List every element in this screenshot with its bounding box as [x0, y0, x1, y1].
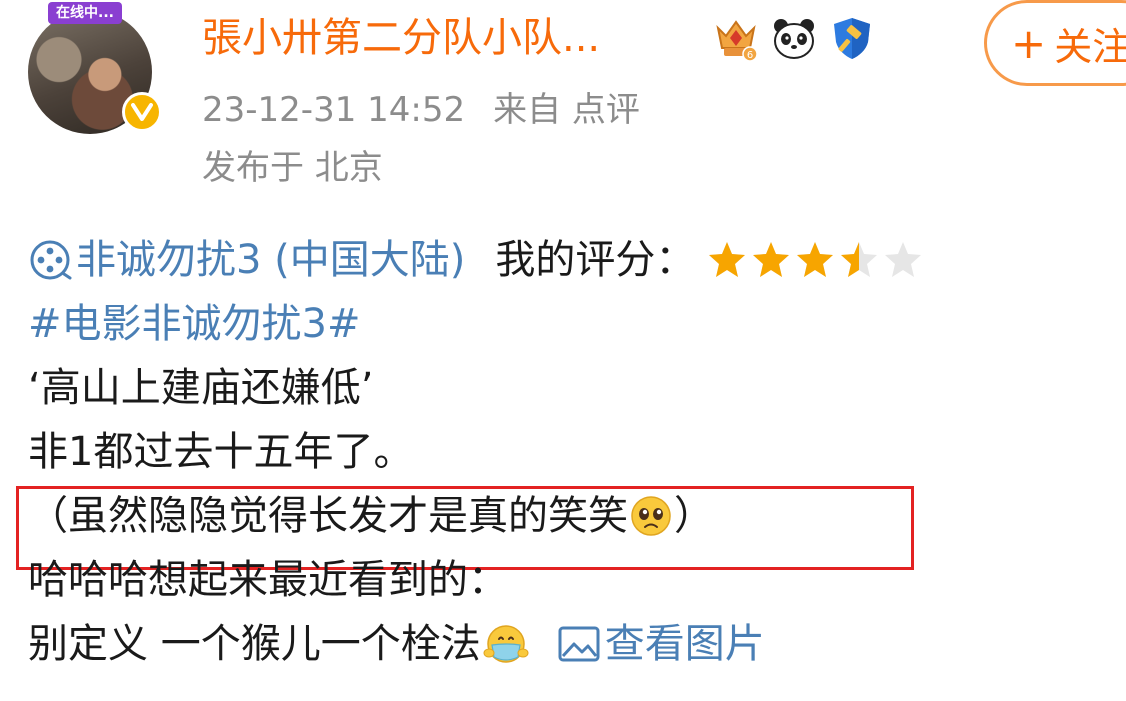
- panda-icon[interactable]: [770, 14, 818, 62]
- view-image-label: 查看图片: [604, 621, 765, 667]
- post-text: ）: [674, 493, 714, 539]
- post-content: 非诚勿扰3 (中国大陆) 我的评分： #电影非诚勿扰3# ‘高山上建庙还嫌低’ …: [28, 228, 1118, 676]
- weibo-post: 在线中... 張小卅第二分队小队... 6 + 关注 23-12-31 14:5…: [0, 0, 1126, 701]
- post-meta: 23-12-31 14:52 来自 点评: [202, 88, 640, 132]
- movie-link[interactable]: 非诚勿扰3 (中国大陆): [28, 228, 465, 292]
- follow-label: 关注: [1054, 24, 1126, 69]
- user-badges: 6: [712, 10, 876, 66]
- post-text-line: 别定义 一个猴儿一个栓法 查看图片: [28, 612, 1118, 676]
- post-text: （虽然隐隐觉得长发才是真的笑笑: [28, 493, 628, 539]
- post-location: 发布于 北京: [202, 148, 383, 188]
- hashtag-link[interactable]: #电影非诚勿扰3#: [28, 292, 1118, 356]
- movie-link-label: 非诚勿扰3 (中国大陆): [76, 237, 466, 283]
- movie-rating-line: 非诚勿扰3 (中国大陆) 我的评分：: [28, 228, 1118, 292]
- image-icon: [557, 624, 601, 664]
- star-icon: [753, 242, 790, 277]
- crown-badge-icon[interactable]: 6: [712, 14, 760, 62]
- rating-stars: [707, 240, 923, 280]
- post-timestamp: 23-12-31 14:52: [202, 90, 466, 130]
- star-icon: [841, 242, 878, 277]
- avatar-container[interactable]: 在线中...: [26, 2, 162, 134]
- film-reel-icon: [28, 238, 72, 282]
- post-text-line: 非1都过去十五年了。: [28, 429, 414, 475]
- face-with-mask-emoji-icon: [483, 623, 529, 665]
- post-text-line-highlighted: （虽然隐隐觉得长发才是真的笑笑 ）: [28, 484, 1118, 548]
- verified-icon: [122, 92, 162, 132]
- plus-icon: +: [1011, 18, 1047, 68]
- username[interactable]: 張小卅第二分队小队...: [202, 10, 600, 66]
- post-source[interactable]: 来自 点评: [493, 90, 640, 130]
- post-text: 别定义 一个猴儿一个栓法: [28, 621, 481, 667]
- pleading-face-emoji-icon: [630, 495, 672, 537]
- star-icon: [709, 242, 746, 277]
- post-text-line: ‘高山上建庙还嫌低’: [28, 365, 374, 411]
- rating-label: 我的评分：: [495, 237, 696, 283]
- star-icon: [885, 242, 922, 277]
- view-image-link[interactable]: 查看图片: [557, 612, 765, 676]
- svg-text:6: 6: [747, 50, 753, 61]
- star-icon: [797, 242, 834, 277]
- shield-hammer-icon[interactable]: [828, 14, 876, 62]
- live-status-badge: 在线中...: [48, 2, 122, 24]
- follow-button[interactable]: + 关注: [984, 0, 1126, 86]
- post-text-line: 哈哈哈想起来最近看到的：: [28, 557, 508, 603]
